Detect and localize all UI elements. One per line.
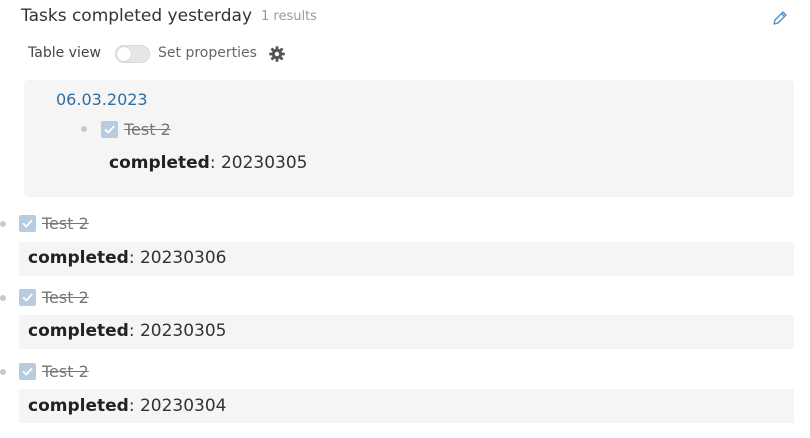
task-text: Test 2 — [124, 120, 171, 139]
table-view-label: Table view — [28, 45, 101, 61]
check-icon — [22, 219, 33, 228]
property-value: 20230305 — [220, 153, 308, 173]
toggle-knob — [117, 47, 131, 61]
property-separator: : — [209, 153, 216, 173]
task-checkbox[interactable] — [19, 363, 36, 380]
property-value: 20230305 — [139, 321, 227, 341]
task-checkbox[interactable] — [19, 289, 36, 306]
results-count: 1 results — [261, 9, 317, 24]
bullet-icon — [81, 126, 87, 132]
task-checkbox[interactable] — [101, 121, 118, 138]
task-property: completed: 20230305 — [109, 153, 308, 173]
property-separator: : — [128, 321, 135, 341]
task-text: Test 2 — [42, 362, 89, 381]
property-key: completed — [28, 396, 129, 416]
table-view-toggle[interactable] — [115, 45, 150, 63]
check-icon — [22, 367, 33, 376]
property-separator: : — [128, 396, 135, 416]
bullet-icon — [0, 221, 6, 227]
property-value: 20230304 — [139, 396, 227, 416]
group-date-link[interactable]: 06.03.2023 — [56, 90, 148, 109]
bullet-icon — [0, 295, 6, 301]
property-separator: : — [128, 248, 135, 268]
set-properties-button[interactable]: Set properties — [158, 45, 257, 61]
pencil-icon[interactable] — [771, 9, 789, 27]
task-text: Test 2 — [42, 288, 89, 307]
gear-icon[interactable] — [268, 45, 286, 63]
property-key: completed — [109, 153, 210, 173]
bullet-icon — [0, 369, 6, 375]
task-property: completed: 20230305 — [28, 321, 227, 341]
query-title: Tasks completed yesterday — [21, 6, 253, 26]
check-icon — [22, 293, 33, 302]
task-text: Test 2 — [42, 214, 89, 233]
property-key: completed — [28, 248, 129, 268]
check-icon — [104, 125, 115, 134]
task-checkbox[interactable] — [19, 215, 36, 232]
property-value: 20230306 — [139, 248, 227, 268]
task-property: completed: 20230304 — [28, 396, 227, 416]
property-key: completed — [28, 321, 129, 341]
task-property: completed: 20230306 — [28, 248, 227, 268]
